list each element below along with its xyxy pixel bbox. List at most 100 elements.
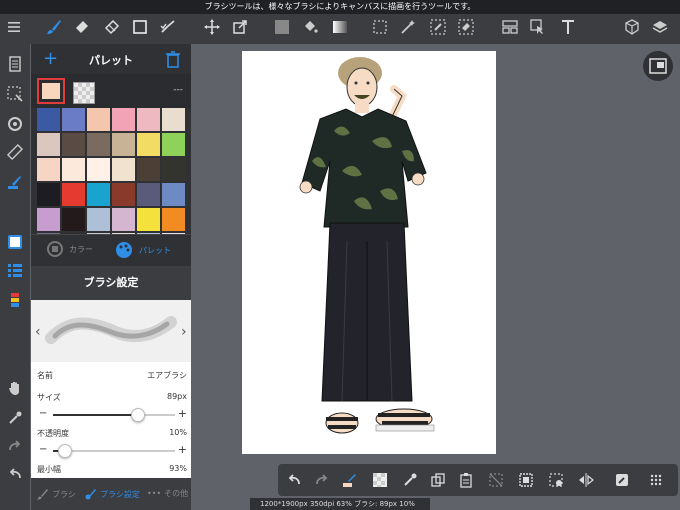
select-eraser-icon[interactable]	[454, 15, 478, 39]
brush-color-button[interactable]	[340, 470, 360, 490]
flip-button[interactable]	[576, 470, 596, 490]
menu-icon[interactable]	[2, 15, 26, 39]
palette-swatch[interactable]	[37, 208, 60, 231]
transparent-color-swatch[interactable]	[73, 82, 95, 104]
palette-swatch[interactable]	[137, 208, 160, 231]
palette-swatch[interactable]	[62, 158, 85, 181]
current-color-swatch[interactable]	[37, 78, 65, 104]
palette-swatch[interactable]	[37, 133, 60, 156]
rectangle-icon[interactable]	[128, 15, 152, 39]
size-slider-knob[interactable]	[131, 408, 146, 422]
layers-icon[interactable]	[648, 15, 672, 39]
prev-brush-arrow[interactable]: ‹	[35, 324, 41, 340]
page-icon[interactable]	[3, 52, 27, 76]
palette-swatch[interactable]	[62, 208, 85, 231]
palette-swatch[interactable]	[62, 108, 85, 131]
eraser-icon[interactable]	[70, 15, 94, 39]
rotate-icon[interactable]	[3, 112, 27, 136]
palette-swatch[interactable]	[87, 208, 110, 231]
drawing-canvas[interactable]	[242, 51, 496, 454]
status-bar: 1200*1900px 350dpi 63% ブラシ: 89px 10%	[250, 498, 430, 510]
palette-swatch[interactable]	[137, 183, 160, 206]
palette-swatch[interactable]	[87, 108, 110, 131]
palette-swatch[interactable]	[62, 133, 85, 156]
tab-color[interactable]: カラー	[47, 241, 93, 257]
palette-swatch[interactable]	[37, 108, 60, 131]
paste-button[interactable]	[456, 470, 476, 490]
magic-brush-icon[interactable]	[156, 15, 180, 39]
fill-eraser-icon[interactable]	[100, 15, 124, 39]
palette-swatch[interactable]	[87, 183, 110, 206]
selection-hide-icon[interactable]	[3, 82, 27, 106]
redo-icon[interactable]	[3, 434, 27, 458]
copy-button[interactable]	[428, 470, 448, 490]
eyedropper-icon[interactable]	[3, 406, 27, 430]
frame-icon[interactable]	[498, 15, 522, 39]
size-slider[interactable]: − +	[37, 407, 187, 422]
text-icon[interactable]	[556, 15, 580, 39]
palette-swatch[interactable]	[87, 133, 110, 156]
hand-icon[interactable]	[3, 376, 27, 400]
select-all-button[interactable]	[516, 470, 536, 490]
palette-swatch[interactable]	[162, 133, 185, 156]
eyedropper-button[interactable]	[400, 470, 420, 490]
palette-swatch[interactable]	[62, 183, 85, 206]
palette-swatch[interactable]	[112, 208, 135, 231]
invert-selection-button[interactable]	[546, 470, 566, 490]
select-rect-icon[interactable]	[368, 15, 392, 39]
opacity-slider-knob[interactable]	[58, 444, 73, 458]
size-minus-button[interactable]: −	[39, 408, 47, 419]
select-all-icon	[519, 473, 533, 487]
tab-brush[interactable]: ブラシ	[37, 488, 76, 500]
brush-mode-icon[interactable]	[3, 170, 27, 194]
trash-icon[interactable]	[165, 50, 181, 68]
palette-swatch[interactable]	[112, 133, 135, 156]
size-plus-button[interactable]: +	[178, 407, 187, 420]
palette-swatch[interactable]	[162, 208, 185, 231]
move-icon[interactable]	[200, 15, 224, 39]
palette-swatch[interactable]	[112, 108, 135, 131]
more-grid-button[interactable]	[646, 470, 666, 490]
opacity-minus-button[interactable]: −	[39, 444, 47, 455]
transform-icon[interactable]	[228, 15, 252, 39]
palette-swatch[interactable]	[112, 183, 135, 206]
deselect-button[interactable]	[486, 470, 506, 490]
brush-name-row[interactable]: 名前 エアブラシ	[37, 370, 187, 381]
bucket-icon[interactable]	[298, 15, 322, 39]
3d-icon[interactable]	[620, 15, 644, 39]
layer-list-icon[interactable]	[3, 258, 27, 282]
palette-swatch[interactable]	[87, 158, 110, 181]
magic-wand-icon[interactable]	[396, 15, 420, 39]
navigator-button[interactable]	[643, 51, 673, 81]
edit-button[interactable]	[612, 470, 632, 490]
opacity-plus-button[interactable]: +	[178, 443, 187, 456]
fill-color-icon[interactable]	[270, 15, 294, 39]
tab-palette[interactable]: パレット	[115, 241, 171, 259]
gradient-icon[interactable]	[328, 15, 352, 39]
undo-button[interactable]	[284, 470, 304, 490]
select-pen-icon[interactable]	[426, 15, 450, 39]
tab-brush-settings[interactable]: ブラシ設定	[85, 488, 140, 500]
palette-swatch[interactable]	[37, 183, 60, 206]
brush-icon[interactable]	[42, 15, 66, 39]
palette-swatch[interactable]	[137, 158, 160, 181]
transparent-button[interactable]	[370, 470, 390, 490]
color-swatch-icon[interactable]	[3, 230, 27, 254]
palette-swatch[interactable]	[37, 158, 60, 181]
undo-icon[interactable]	[3, 462, 27, 486]
next-brush-arrow[interactable]: ›	[181, 324, 187, 340]
redo-button[interactable]	[312, 470, 332, 490]
redo-icon	[316, 474, 328, 485]
opacity-slider[interactable]: − +	[37, 443, 187, 458]
ruler-icon[interactable]	[3, 140, 27, 164]
palette-swatch[interactable]	[112, 158, 135, 181]
tab-other[interactable]: ••• その他	[147, 488, 188, 499]
palette-swatch[interactable]	[162, 183, 185, 206]
material-icon[interactable]	[3, 288, 27, 312]
palette-swatch[interactable]	[162, 158, 185, 181]
brush-settings-title: ブラシ設定	[31, 266, 191, 300]
palette-swatch[interactable]	[162, 108, 185, 131]
operation-icon[interactable]	[526, 15, 550, 39]
palette-swatch[interactable]	[137, 133, 160, 156]
palette-swatch[interactable]	[137, 108, 160, 131]
